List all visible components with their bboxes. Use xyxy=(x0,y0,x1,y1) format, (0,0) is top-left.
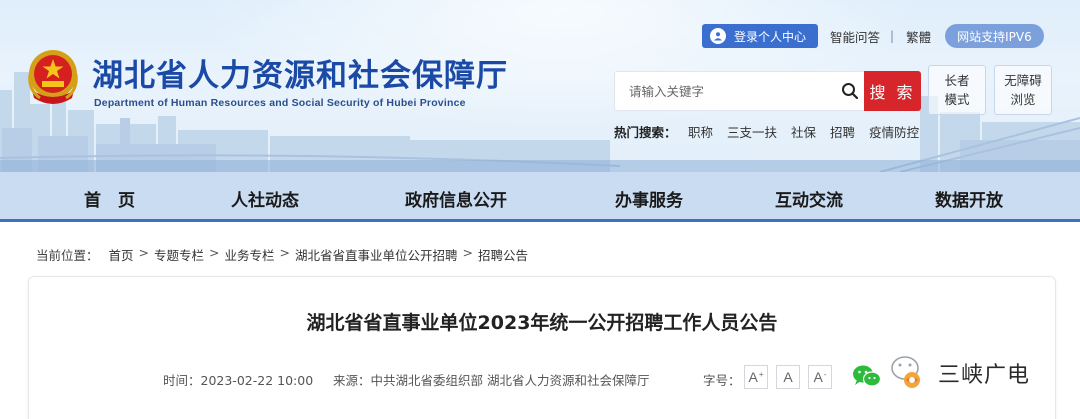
search-button[interactable]: 搜 索 xyxy=(864,71,921,111)
wechat-watermark-logo xyxy=(891,356,920,388)
breadcrumb-recruitment-section[interactable]: 湖北省省直事业单位公开招聘 xyxy=(295,245,458,264)
font-decrease-mark: - xyxy=(823,369,827,379)
hot-word-social-security[interactable]: 社保 xyxy=(791,122,816,141)
article-card xyxy=(28,276,1056,419)
search-icon[interactable] xyxy=(841,82,859,100)
breadcrumb-topics[interactable]: 专题专栏 xyxy=(154,245,204,264)
login-personal-center-button[interactable]: 登录个人中心 xyxy=(702,24,819,48)
breadcrumb-current[interactable]: 招聘公告 xyxy=(478,245,528,264)
main-navigation: 首 页 人社动态 政府信息公开 办事服务 互动交流 数据开放 xyxy=(0,172,1080,222)
font-button-letter: A xyxy=(783,369,793,385)
breadcrumb-separator: > xyxy=(138,245,150,260)
hot-search-label: 热门搜索： xyxy=(614,125,677,140)
nav-item-services[interactable]: 办事服务 xyxy=(615,186,683,211)
login-label: 登录个人中心 xyxy=(734,29,807,44)
hot-word-recruitment[interactable]: 招聘 xyxy=(830,122,855,141)
nav-item-home[interactable]: 首 页 xyxy=(84,186,135,211)
breadcrumb-business[interactable]: 业务专栏 xyxy=(225,245,275,264)
font-size-default-button[interactable]: A xyxy=(776,365,800,389)
national-emblem-logo xyxy=(28,50,78,104)
site-title: 湖北省人力资源和社会保障厅 xyxy=(92,58,508,94)
traditional-chinese-link[interactable]: 繁體 xyxy=(906,27,931,46)
font-size-label: 字号： xyxy=(703,373,741,388)
nav-item-gov-info[interactable]: 政府信息公开 xyxy=(405,186,507,211)
breadcrumb-label: 当前位置： xyxy=(36,248,99,263)
nav-item-open-data[interactable]: 数据开放 xyxy=(935,186,1003,211)
hot-search-words: 职称 三支一扶 社保 招聘 疫情防控 xyxy=(688,122,933,141)
search-box xyxy=(614,71,864,111)
breadcrumb-separator: > xyxy=(209,245,220,260)
elder-mode-button[interactable]: 长者 模式 xyxy=(928,65,986,115)
wechat-share-icon[interactable] xyxy=(852,364,882,388)
site-title-english: Department of Human Resources and Social… xyxy=(94,97,466,109)
watermark-text: 三峡广电 xyxy=(938,363,1031,388)
hot-word-epidemic[interactable]: 疫情防控 xyxy=(869,122,919,141)
font-size-increase-button[interactable]: A + xyxy=(744,365,768,389)
top-link-separator: | xyxy=(890,29,895,43)
breadcrumb-home[interactable]: 首页 xyxy=(109,245,134,264)
font-size-decrease-button[interactable]: A- xyxy=(808,365,832,389)
hot-word-title[interactable]: 职称 xyxy=(688,122,713,141)
smart-qa-link[interactable]: 智能问答 xyxy=(830,27,880,46)
article-source: 来源：中共湖北省委组织部 湖北省人力资源和社会保障厅 xyxy=(333,373,650,388)
accessible-browse-button[interactable]: 无障碍 浏览 xyxy=(994,65,1052,115)
breadcrumb: 当前位置： 首页 > 专题专栏 > 业务专栏 > 湖北省省直事业单位公开招聘 >… xyxy=(36,245,528,264)
elder-mode-label-line2: 模式 xyxy=(944,92,970,107)
article-time: 时间：2023-02-22 10:00 xyxy=(163,373,314,388)
font-button-letter: A xyxy=(813,369,823,385)
site-header: 湖北省人力资源和社会保障厅 Department of Human Resour… xyxy=(0,0,1080,172)
font-button-letter: A xyxy=(748,369,758,385)
search-input[interactable] xyxy=(615,72,830,110)
nav-item-interaction[interactable]: 互动交流 xyxy=(775,186,843,211)
accessible-label-line2: 浏览 xyxy=(1010,92,1036,107)
breadcrumb-separator: > xyxy=(279,245,291,260)
article-title: 湖北省省直事业单位2023年统一公开招聘工作人员公告 xyxy=(306,312,778,334)
font-increase-mark: + xyxy=(758,369,764,379)
accessible-label-line1: 无障碍 xyxy=(1004,73,1042,88)
elder-mode-label-line1: 长者 xyxy=(944,73,970,88)
top-links: 登录个人中心 智能问答 | 繁體 网站支持IPV6 xyxy=(702,24,1044,48)
nav-item-hr-news[interactable]: 人社动态 xyxy=(231,186,299,211)
hot-word-sanzhiyifu[interactable]: 三支一扶 xyxy=(727,122,777,141)
ipv6-badge: 网站支持IPV6 xyxy=(945,24,1044,48)
breadcrumb-separator: > xyxy=(462,245,474,260)
user-icon xyxy=(710,28,726,44)
